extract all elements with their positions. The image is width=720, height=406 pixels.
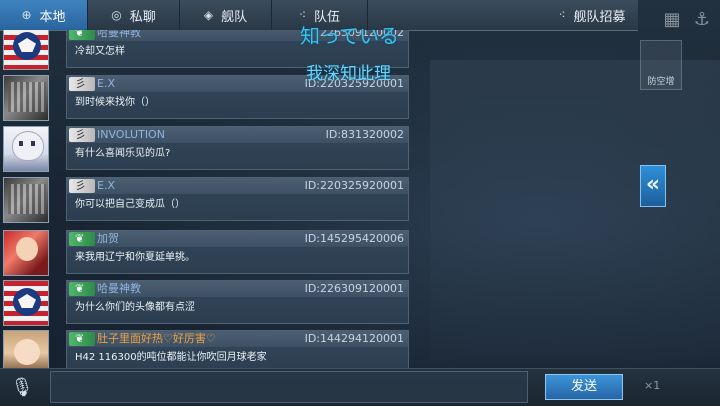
player-badge-icon: 彡 xyxy=(69,128,95,142)
chat-message: 彡 E.X ID:220325920001 你可以把自己变成瓜（） xyxy=(0,177,415,229)
tab-fleet-recruit[interactable]: ⁖ 舰队招募 xyxy=(546,0,638,30)
message-bubble: ❦ 哈曼神教 ID:226309120001 为什么你们的头像都有点涩 xyxy=(66,280,409,324)
chat-message: ❦ 肚子里面好热♡好厉害♡ ID:144294120001 H42 116300… xyxy=(0,330,415,368)
user-name[interactable]: INVOLUTION xyxy=(97,127,165,143)
message-bubble: 彡 INVOLUTION ID:831320002 有什么喜闻乐见的瓜? xyxy=(66,126,409,170)
player-badge-icon: 彡 xyxy=(69,179,95,193)
message-header: 彡 INVOLUTION ID:831320002 xyxy=(67,127,408,143)
user-avatar[interactable] xyxy=(3,330,49,368)
grid-icon: ▦ xyxy=(663,9,681,30)
overlay-caption-chinese: 我深知此理 xyxy=(306,64,391,84)
fleet-icon: ◈ xyxy=(203,8,214,22)
chat-message: ❦ 加贺 ID:145295420006 来我用辽宁和你夏延单挑。 xyxy=(0,230,415,282)
message-bubble: 彡 E.X ID:220325920001 你可以把自己变成瓜（） xyxy=(66,177,409,221)
user-avatar[interactable] xyxy=(3,75,49,121)
tab-local[interactable]: ⊕ 本地 xyxy=(0,0,88,30)
chat-input-bar: 🎙 发送 ×1 xyxy=(0,368,720,406)
user-name[interactable]: 加贺 xyxy=(97,231,119,247)
message-text: H42 116300的吨位都能让你吹回月球老家 xyxy=(75,352,267,363)
user-avatar[interactable] xyxy=(3,177,49,223)
user-id: ID:145295420006 xyxy=(304,232,404,245)
tab-label: 私聊 xyxy=(129,9,156,25)
message-text: 到时候来找你（） xyxy=(75,97,155,108)
overlay-caption-japanese: 知っている xyxy=(300,24,399,48)
microphone-icon[interactable]: 🎙 xyxy=(8,374,36,402)
send-button[interactable]: 发送 xyxy=(545,374,623,400)
ship-backdrop xyxy=(430,60,720,360)
user-id: ID:831320002 xyxy=(325,128,404,141)
chat-bubble-icon: ◎ xyxy=(111,8,122,22)
chat-message: 彡 INVOLUTION ID:831320002 有什么喜闻乐见的瓜? xyxy=(0,126,415,178)
message-header: 彡 E.X ID:220325920001 xyxy=(67,178,408,194)
message-header: ❦ 哈曼神教 ID:226309120001 xyxy=(67,281,408,297)
player-badge-icon: ❦ xyxy=(69,332,95,346)
user-avatar[interactable] xyxy=(3,30,49,70)
user-id: ID:144294120001 xyxy=(304,332,404,345)
user-id: ID:226309120001 xyxy=(304,282,404,295)
user-id: ID:220325920001 xyxy=(304,179,404,192)
message-text: 冷却又怎样 xyxy=(75,46,125,57)
message-header: ❦ 加贺 ID:145295420006 xyxy=(67,231,408,247)
user-avatar[interactable] xyxy=(3,126,49,172)
globe-icon: ⊕ xyxy=(21,8,32,22)
panel-label: 防空增 xyxy=(647,77,675,87)
multiplier-label: ×1 xyxy=(644,379,661,392)
ship-skill-panel[interactable]: 防空增 xyxy=(640,40,682,90)
message-text: 有什么喜闻乐见的瓜? xyxy=(75,148,171,159)
player-badge-icon: ❦ xyxy=(69,232,95,246)
recruit-icon: ⁖ xyxy=(558,8,566,22)
user-name[interactable]: 肚子里面好热♡好厉害♡ xyxy=(97,331,216,347)
chat-message: ❦ 哈曼神教 ID:226309120001 为什么你们的头像都有点涩 xyxy=(0,280,415,332)
player-badge-icon: ❦ xyxy=(69,282,95,296)
tab-fleet[interactable]: ◈ 舰队 xyxy=(180,0,272,30)
anchor-icon: ⚓ xyxy=(693,9,711,30)
message-text: 来我用辽宁和你夏延单挑。 xyxy=(75,252,195,263)
user-name[interactable]: 哈曼神教 xyxy=(97,281,141,297)
tab-private[interactable]: ◎ 私聊 xyxy=(88,0,180,30)
user-avatar[interactable] xyxy=(3,230,49,276)
message-text: 为什么你们的头像都有点涩 xyxy=(75,302,195,313)
chat-input[interactable] xyxy=(50,371,528,403)
tab-label: 舰队 xyxy=(221,9,248,25)
user-avatar[interactable] xyxy=(3,280,49,326)
tab-label: 舰队招募 xyxy=(573,9,626,25)
user-name[interactable]: 哈曼神教 xyxy=(97,30,141,41)
message-bubble: ❦ 肚子里面好热♡好厉害♡ ID:144294120001 H42 116300… xyxy=(66,330,409,368)
message-header: ❦ 肚子里面好热♡好厉害♡ ID:144294120001 xyxy=(67,331,408,347)
message-text: 你可以把自己变成瓜（） xyxy=(75,199,185,210)
player-badge-icon: 彡 xyxy=(69,77,95,91)
tab-label: 本地 xyxy=(39,9,66,25)
player-badge-icon: ❦ xyxy=(69,30,95,40)
user-name[interactable]: E.X xyxy=(97,76,115,92)
message-bubble: ❦ 加贺 ID:145295420006 来我用辽宁和你夏延单挑。 xyxy=(66,230,409,274)
user-name[interactable]: E.X xyxy=(97,178,115,194)
collapse-chat-button[interactable]: « xyxy=(640,165,666,207)
